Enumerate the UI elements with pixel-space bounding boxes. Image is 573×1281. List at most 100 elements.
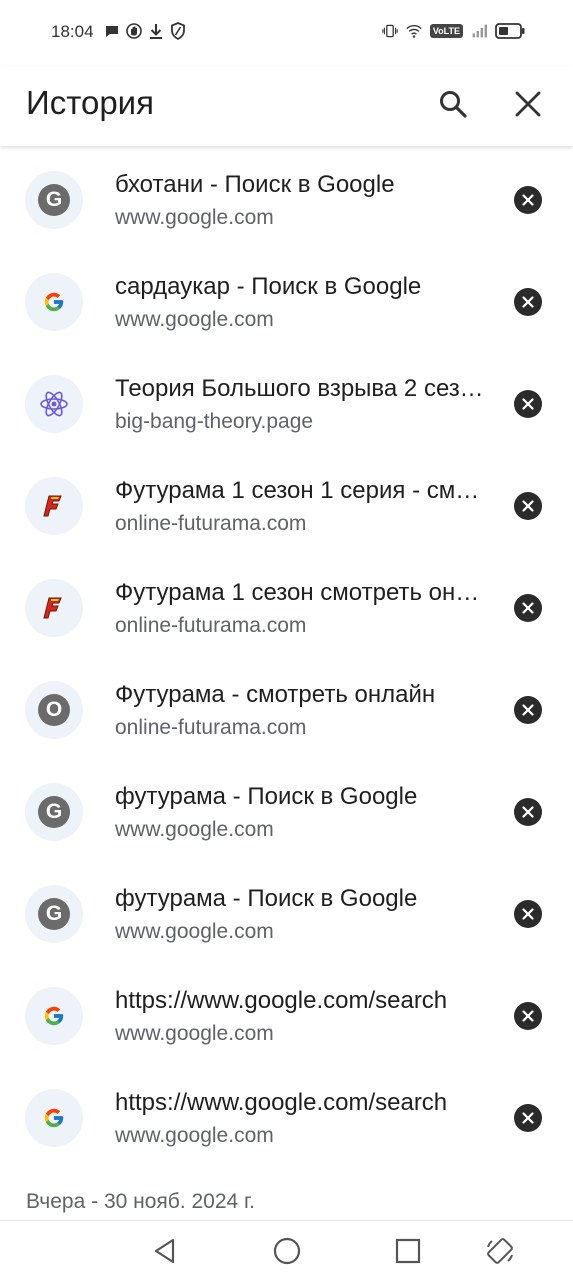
site-favicon (25, 987, 83, 1045)
site-favicon (25, 1089, 83, 1147)
history-item[interactable]: Футурама 1 сезон смотреть онлайн online-… (0, 556, 573, 658)
status-time: 18:04 (51, 22, 94, 41)
remove-icon (522, 908, 534, 920)
history-item-title: футурама - Поиск в Google (115, 885, 418, 912)
history-item-title: Теория Большого взрыва 2 сезон (115, 375, 485, 402)
history-list: G бхотани - Поиск в Google www.google.co… (0, 148, 573, 1168)
battery-icon (495, 23, 525, 39)
wifi-icon (406, 25, 422, 38)
back-button[interactable] (149, 1235, 181, 1267)
remove-icon (522, 296, 534, 308)
back-icon (154, 1238, 175, 1264)
recents-icon (395, 1238, 421, 1264)
close-icon (515, 91, 541, 117)
history-item[interactable]: Футурама 1 сезон 1 серия - смотреть онла… (0, 454, 573, 556)
history-item-title: https://www.google.com/search (115, 1089, 448, 1116)
history-item-url: www.google.com (115, 818, 274, 841)
letter-icon: O (38, 694, 70, 726)
history-item-url: www.google.com (115, 206, 274, 229)
remove-history-item-button[interactable] (514, 1002, 542, 1030)
page-title: История (26, 84, 154, 121)
remove-icon (522, 704, 534, 716)
site-favicon (25, 375, 83, 433)
history-item[interactable]: Теория Большого взрыва 2 сезон big-bang-… (0, 352, 573, 454)
site-favicon: G (25, 783, 83, 841)
vibrate-icon (382, 24, 398, 38)
search-icon (440, 91, 467, 118)
google-icon (44, 1108, 64, 1128)
remove-icon (522, 1010, 534, 1022)
site-favicon (25, 579, 83, 637)
hand-icon (126, 23, 142, 39)
home-icon (273, 1237, 301, 1265)
site-favicon: G (25, 885, 83, 943)
history-item-title: Футурама 1 сезон смотреть онлайн (115, 579, 485, 606)
date-section-header: Вчера - 30 нояб. 2024 г. (26, 1190, 255, 1213)
remove-history-item-button[interactable] (514, 186, 542, 214)
recents-button[interactable] (392, 1235, 424, 1267)
download-icon (150, 24, 162, 39)
site-favicon: O (25, 681, 83, 739)
history-item-url: big-bang-theory.page (115, 410, 314, 433)
futurama-icon (43, 597, 62, 619)
remove-icon (522, 1112, 534, 1124)
close-button[interactable] (508, 84, 548, 124)
status-bar: 18:04 VoLTE (0, 0, 573, 66)
history-item[interactable]: сардаукар - Поиск в Google www.google.co… (0, 250, 573, 352)
app-bar: История (0, 66, 573, 146)
history-item[interactable]: G бхотани - Поиск в Google www.google.co… (0, 148, 573, 250)
remove-icon (522, 500, 534, 512)
google-icon (44, 292, 64, 312)
history-item-title: Футурама - смотреть онлайн (115, 681, 436, 708)
site-favicon (25, 273, 83, 331)
history-item-title: футурама - Поиск в Google (115, 783, 418, 810)
history-item[interactable]: G футурама - Поиск в Google www.google.c… (0, 760, 573, 862)
letter-icon: G (38, 184, 70, 216)
shield-icon (171, 22, 185, 40)
status-right-icons: VoLTE (382, 22, 525, 40)
futurama-icon (43, 495, 62, 517)
remove-history-item-button[interactable] (514, 288, 542, 316)
remove-history-item-button[interactable] (514, 594, 542, 622)
system-nav-bar (0, 1220, 573, 1281)
remove-history-item-button[interactable] (514, 390, 542, 418)
site-favicon: G (25, 171, 83, 229)
volte-icon: VoLTE (429, 24, 463, 38)
remove-icon (522, 806, 534, 818)
history-item-title: сардаукар - Поиск в Google (115, 273, 422, 300)
remove-history-item-button[interactable] (514, 798, 542, 826)
history-item-url: online-futurama.com (115, 614, 307, 637)
rotate-icon (487, 1238, 513, 1264)
remove-history-item-button[interactable] (514, 900, 542, 928)
history-item[interactable]: O Футурама - смотреть онлайн online-futu… (0, 658, 573, 760)
chat-bubble-icon (106, 26, 118, 37)
home-button[interactable] (271, 1235, 303, 1267)
history-item-title: https://www.google.com/search (115, 987, 448, 1014)
signal-icon (472, 24, 487, 38)
history-item-url: www.google.com (115, 1022, 274, 1045)
google-icon (44, 1006, 64, 1026)
remove-icon (522, 602, 534, 614)
remove-history-item-button[interactable] (514, 1104, 542, 1132)
history-item-url: online-futurama.com (115, 716, 307, 739)
status-left-icons (104, 22, 186, 40)
history-item-url: www.google.com (115, 1124, 274, 1147)
history-item-url: online-futurama.com (115, 512, 307, 535)
history-item[interactable]: https://www.google.com/search www.google… (0, 964, 573, 1066)
history-item-title: бхотани - Поиск в Google (115, 171, 395, 198)
remove-history-item-button[interactable] (514, 492, 542, 520)
history-item[interactable]: https://www.google.com/search www.google… (0, 1066, 573, 1168)
letter-icon: G (38, 898, 70, 930)
remove-history-item-button[interactable] (514, 696, 542, 724)
site-favicon (25, 477, 83, 535)
search-button[interactable] (433, 84, 473, 124)
letter-icon: G (38, 796, 70, 828)
history-item-url: www.google.com (115, 920, 274, 943)
history-item-title: Футурама 1 сезон 1 серия - смотреть онла… (115, 477, 485, 504)
remove-icon (522, 194, 534, 206)
remove-icon (522, 398, 534, 410)
atom-icon (40, 391, 68, 417)
history-item-url: www.google.com (115, 308, 274, 331)
history-item[interactable]: G футурама - Поиск в Google www.google.c… (0, 862, 573, 964)
rotate-button[interactable] (484, 1235, 516, 1267)
